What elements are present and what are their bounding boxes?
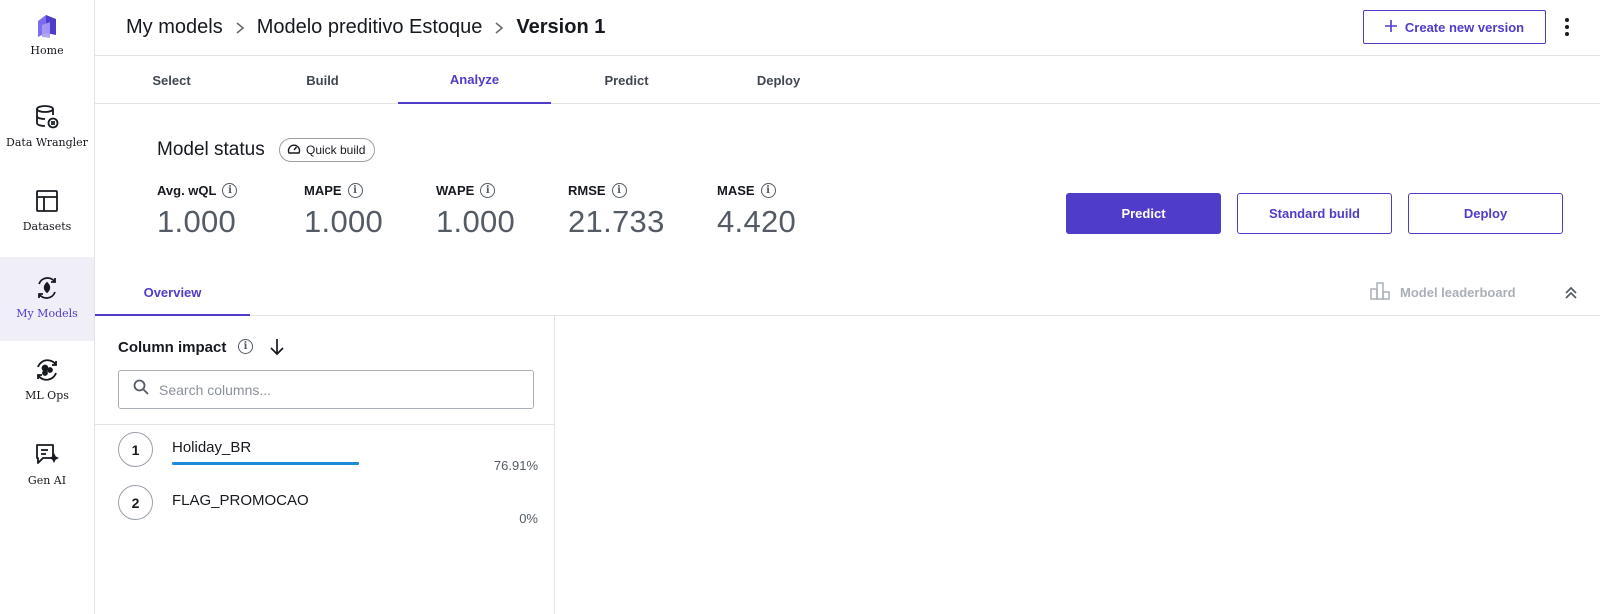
breadcrumb-model[interactable]: Modelo preditivo Estoque	[257, 16, 483, 39]
info-icon[interactable]: i	[760, 183, 776, 198]
impact-bar-fill	[172, 462, 359, 465]
create-new-version-button[interactable]: Create new version	[1363, 10, 1546, 44]
sidebar-item-label: Data Wrangler	[6, 136, 88, 149]
metric-mase: MASE i 4.420	[717, 183, 796, 240]
table-icon	[32, 186, 62, 216]
metric-value: 4.420	[717, 204, 797, 239]
breadcrumb-my-models[interactable]: My models	[126, 16, 223, 39]
impact-bar	[172, 515, 415, 519]
deploy-button[interactable]: Deploy	[1408, 193, 1563, 234]
predict-button[interactable]: Predict	[1066, 193, 1221, 234]
left-sidebar: Home Data Wrangler Datasets My Models ML…	[0, 0, 95, 614]
model-leaderboard-button[interactable]: Model leaderboard	[1370, 282, 1516, 303]
impact-percent: 0%	[519, 511, 538, 526]
plus-icon	[1384, 19, 1397, 35]
standard-build-button[interactable]: Standard build	[1237, 193, 1392, 234]
database-icon	[32, 102, 62, 132]
column-impact-row[interactable]: 1 Holiday_BR 76.91%	[118, 432, 538, 480]
tab-predict[interactable]: Predict	[550, 56, 703, 104]
workflow-tabs: Select Build Analyze Predict Deploy	[95, 56, 1600, 104]
top-header: My models Modelo preditivo Estoque Versi…	[95, 0, 1600, 56]
mlops-icon	[32, 355, 62, 385]
metric-label: MAPE	[304, 183, 342, 198]
info-icon[interactable]: i	[611, 183, 627, 198]
sidebar-item-label: ML Ops	[25, 389, 69, 402]
column-name: FLAG_PROMOCAO	[172, 492, 309, 509]
divider	[95, 424, 555, 425]
column-impact-row[interactable]: 2 FLAG_PROMOCAO 0%	[118, 485, 538, 533]
info-icon[interactable]: i	[238, 339, 253, 354]
metric-value: 21.733	[568, 204, 665, 239]
metric-label: WAPE	[436, 183, 475, 198]
sort-arrow-down-icon[interactable]	[269, 337, 285, 357]
model-status-title: Model status	[157, 139, 265, 160]
tab-overview[interactable]: Overview	[95, 271, 250, 316]
models-icon	[32, 273, 62, 303]
impact-bar	[172, 462, 415, 466]
podium-icon	[1370, 282, 1390, 303]
model-leaderboard-label: Model leaderboard	[1400, 285, 1516, 300]
search-columns-field	[118, 370, 534, 409]
metric-mape: MAPE i 1.000	[304, 183, 383, 240]
metric-label: Avg. wQL	[157, 183, 217, 198]
info-icon[interactable]: i	[222, 183, 238, 198]
more-options-icon[interactable]	[1561, 14, 1573, 40]
column-name: Holiday_BR	[172, 439, 252, 456]
overview-bar: Overview Model leaderboard	[95, 271, 1600, 316]
chevron-right-icon	[494, 21, 504, 35]
metric-label: MASE	[717, 183, 755, 198]
sidebar-item-label: Gen AI	[27, 474, 67, 487]
chat-sparkle-icon	[32, 440, 62, 470]
sidebar-item-label: Datasets	[22, 220, 72, 233]
metric-wape: WAPE i 1.000	[436, 183, 515, 240]
impact-percent: 76.91%	[493, 458, 538, 473]
collapse-up-icon[interactable]	[1562, 284, 1580, 302]
info-icon[interactable]: i	[347, 183, 363, 198]
sidebar-item-datasets[interactable]: Datasets	[0, 176, 94, 260]
sidebar-item-label: My Models	[16, 307, 78, 320]
search-icon	[133, 379, 149, 400]
quick-build-label: Quick build	[306, 143, 366, 157]
metric-avg-wql: Avg. wQL i 1.000	[157, 183, 238, 240]
metric-value: 1.000	[304, 204, 384, 239]
search-columns-input[interactable]	[159, 381, 519, 398]
tab-analyze[interactable]: Analyze	[398, 56, 551, 104]
sidebar-item-gen-ai[interactable]: Gen AI	[0, 430, 94, 514]
chevron-right-icon	[235, 21, 245, 35]
gauge-icon	[287, 142, 301, 159]
tab-build[interactable]: Build	[246, 56, 399, 104]
breadcrumb-current-version: Version 1	[516, 16, 606, 38]
quick-build-badge: Quick build	[279, 138, 376, 162]
tab-deploy[interactable]: Deploy	[702, 56, 855, 104]
metric-rmse: RMSE i 21.733	[568, 183, 665, 240]
tab-select[interactable]: Select	[95, 56, 248, 104]
sidebar-item-label: Home	[30, 44, 64, 57]
breadcrumb: My models Modelo preditivo Estoque Versi…	[126, 16, 605, 39]
rank-badge: 1	[118, 432, 153, 467]
metric-value: 1.000	[157, 204, 237, 239]
canvas-logo-icon	[32, 10, 62, 40]
create-new-version-label: Create new version	[1404, 19, 1525, 35]
rank-badge: 2	[118, 485, 153, 520]
column-impact-panel: Column impact i 1 Holiday_BR 76.91% 2 FL…	[95, 316, 555, 614]
info-icon[interactable]: i	[480, 183, 496, 198]
sidebar-item-ml-ops[interactable]: ML Ops	[0, 345, 94, 429]
metric-label: RMSE	[568, 183, 606, 198]
sidebar-item-home[interactable]: Home	[0, 0, 94, 84]
sidebar-item-my-models[interactable]: My Models	[0, 257, 94, 341]
metric-value: 1.000	[436, 204, 516, 239]
sidebar-item-data-wrangler[interactable]: Data Wrangler	[0, 92, 94, 176]
column-impact-title: Column impact	[118, 339, 227, 356]
